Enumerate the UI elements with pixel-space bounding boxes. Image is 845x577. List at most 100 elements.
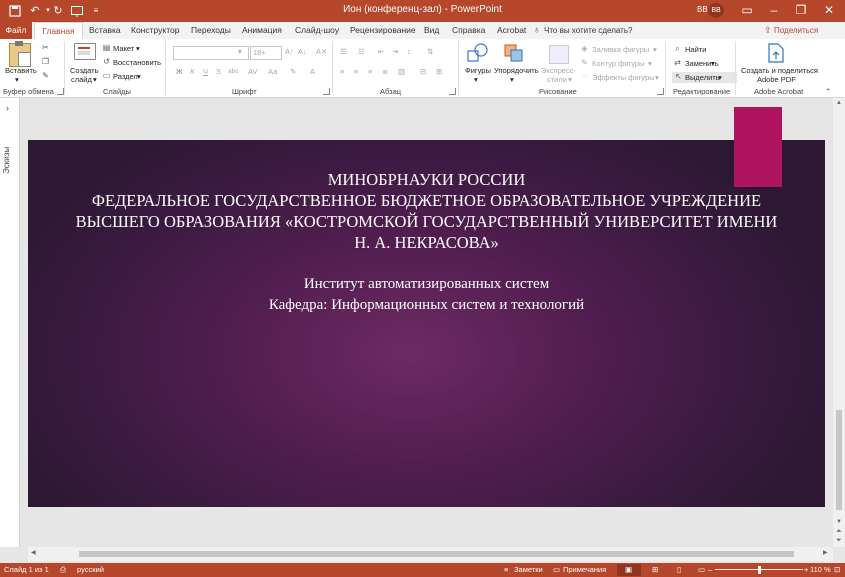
section-icon[interactable]: ▭ — [101, 71, 112, 81]
scroll-right-icon[interactable]: ▶ — [823, 549, 828, 556]
previous-slide-icon[interactable]: ⏶ — [836, 528, 842, 536]
underline-button[interactable]: Ч — [203, 67, 208, 76]
italic-button[interactable]: К — [190, 67, 194, 76]
tab-help[interactable]: Справка — [452, 22, 485, 39]
fit-to-window-icon[interactable]: ⊡ — [834, 563, 840, 577]
font-launcher-icon[interactable] — [323, 88, 330, 95]
arrange-icon[interactable] — [503, 43, 525, 63]
font-color-icon[interactable]: A — [310, 67, 315, 76]
avatar[interactable]: ВВ — [708, 3, 724, 18]
clipboard-launcher-icon[interactable] — [57, 88, 64, 95]
shape-outline-button[interactable]: Контур фигуры — [592, 59, 644, 68]
select-button[interactable]: Выделить — [685, 73, 720, 82]
numbering-icon[interactable]: ☷ — [358, 47, 365, 56]
shapes-icon[interactable] — [467, 43, 489, 63]
notes-icon[interactable]: ≡ — [504, 563, 508, 577]
format-painter-icon[interactable]: ✎ — [40, 71, 51, 81]
zoom-in-icon[interactable]: + — [804, 563, 808, 577]
change-case-button[interactable]: Аа — [268, 67, 277, 76]
bold-button[interactable]: Ж — [176, 67, 183, 76]
tab-file[interactable]: Файл — [0, 22, 32, 39]
scroll-up-icon[interactable]: ▲ — [836, 100, 842, 106]
normal-view-icon[interactable]: ▣ — [625, 563, 632, 577]
drawing-launcher-icon[interactable] — [657, 88, 664, 95]
scroll-left-icon[interactable]: ◀ — [31, 549, 36, 556]
slideshow-view-icon[interactable]: ▭ — [698, 563, 705, 577]
minimize-icon[interactable]: – — [760, 0, 788, 22]
share-button[interactable]: Поделиться — [774, 24, 818, 37]
vertical-scroll-thumb[interactable] — [836, 410, 842, 510]
reading-view-icon[interactable]: ▯ — [677, 563, 681, 577]
layout-dropdown-icon[interactable]: ▾ — [136, 44, 140, 53]
font-name-dropdown-icon[interactable]: ▾ — [238, 47, 242, 56]
ribbon-display-icon[interactable]: ▭ — [733, 0, 761, 22]
clear-format-icon[interactable]: A✕ — [316, 47, 327, 56]
bullets-icon[interactable]: ☰ — [340, 47, 347, 56]
tab-animations[interactable]: Анимация — [242, 22, 282, 39]
section-dropdown-icon[interactable]: ▾ — [137, 72, 141, 81]
quick-styles-button-line2[interactable]: стили — [547, 75, 567, 84]
highlight-icon[interactable]: ✎ — [290, 67, 296, 76]
zoom-level[interactable]: 110 % — [810, 563, 831, 577]
section-button[interactable]: Раздел — [113, 72, 138, 81]
slide-subtitle-line[interactable]: Институт автоматизированных систем — [28, 276, 825, 293]
slide-title-line[interactable]: МИНОБРНАУКИ РОССИИ — [28, 170, 825, 190]
comments-button[interactable]: Примечания — [563, 563, 606, 577]
layout-button[interactable]: Макет — [113, 44, 134, 53]
align-right-icon[interactable]: ≡ — [368, 67, 372, 76]
slide-title-line[interactable]: ФЕДЕРАЛЬНОЕ ГОСУДАРСТВЕННОЕ БЮДЖЕТНОЕ ОБ… — [28, 191, 825, 211]
new-slide-icon[interactable] — [74, 43, 96, 60]
arrange-button[interactable]: Упорядочить — [494, 66, 539, 75]
close-icon[interactable]: ✕ — [815, 0, 843, 22]
tab-slideshow[interactable]: Слайд-шоу — [295, 22, 339, 39]
tell-me-input[interactable]: Что вы хотите сделать? — [544, 22, 632, 39]
layout-icon[interactable]: ▤ — [101, 43, 112, 53]
strikethrough-button[interactable]: S — [216, 67, 221, 76]
slide-title-line[interactable]: Н. А. НЕКРАСОВА» — [28, 233, 825, 253]
shape-fill-icon[interactable]: ◈ — [579, 44, 590, 54]
align-center-icon[interactable]: ≡ — [354, 67, 358, 76]
comments-icon[interactable]: ▭ — [553, 563, 560, 577]
replace-icon[interactable]: ⇄ — [672, 58, 683, 68]
copy-icon[interactable]: ❐ — [40, 57, 51, 67]
decrease-font-icon[interactable]: A↓ — [298, 47, 307, 56]
cut-icon[interactable]: ✂ — [40, 43, 51, 53]
paste-icon[interactable] — [9, 41, 31, 67]
smartart-icon[interactable]: ⊞ — [436, 67, 442, 76]
shape-fill-dropdown-icon[interactable]: ▾ — [653, 45, 657, 54]
create-share-pdf-button-line2[interactable]: Adobe PDF — [757, 75, 796, 84]
replace-dropdown-icon[interactable]: ▾ — [711, 59, 715, 68]
line-spacing-icon[interactable]: ↕ — [407, 47, 411, 56]
shape-effects-button[interactable]: Эффекты фигуры — [592, 73, 655, 82]
select-dropdown-icon[interactable]: ▾ — [718, 73, 722, 82]
increase-indent-icon[interactable]: ⇥ — [392, 47, 398, 56]
align-left-icon[interactable]: ≡ — [340, 67, 344, 76]
thumbnail-pane-label[interactable]: Эскизы — [2, 118, 16, 178]
columns-icon[interactable]: ▥ — [398, 67, 405, 76]
tab-review[interactable]: Рецензирование — [350, 22, 416, 39]
quick-styles-button[interactable]: Экспресс- — [541, 66, 576, 75]
shadow-button[interactable]: abc — [228, 67, 238, 76]
horizontal-scroll-thumb[interactable] — [79, 551, 794, 557]
increase-font-icon[interactable]: A↑ — [285, 47, 294, 56]
text-direction-icon[interactable]: ⇅ — [427, 47, 433, 56]
reset-button[interactable]: Восстановить — [113, 58, 161, 67]
tab-view[interactable]: Вид — [424, 22, 439, 39]
paste-dropdown-icon[interactable]: ▾ — [15, 75, 19, 84]
shapes-button[interactable]: Фигуры — [465, 66, 491, 75]
character-spacing-icon[interactable]: AV — [248, 67, 257, 76]
find-icon[interactable]: ⌕ — [672, 44, 683, 54]
adobe-pdf-icon[interactable] — [768, 43, 784, 63]
shape-outline-dropdown-icon[interactable]: ▾ — [648, 59, 652, 68]
slide-sorter-icon[interactable]: ⊞ — [652, 563, 658, 577]
align-text-icon[interactable]: ⊟ — [420, 67, 426, 76]
create-share-pdf-button[interactable]: Создать и поделиться — [741, 66, 818, 75]
maximize-icon[interactable]: ❐ — [787, 0, 815, 22]
shape-outline-icon[interactable]: ✎ — [579, 58, 590, 68]
quick-styles-icon[interactable] — [549, 45, 569, 64]
next-slide-icon[interactable]: ⏷ — [836, 537, 842, 545]
paragraph-launcher-icon[interactable] — [449, 88, 456, 95]
collapse-ribbon-icon[interactable]: ⌃ — [825, 87, 831, 96]
tab-design[interactable]: Конструктор — [131, 22, 179, 39]
tab-acrobat[interactable]: Acrobat — [497, 22, 526, 39]
